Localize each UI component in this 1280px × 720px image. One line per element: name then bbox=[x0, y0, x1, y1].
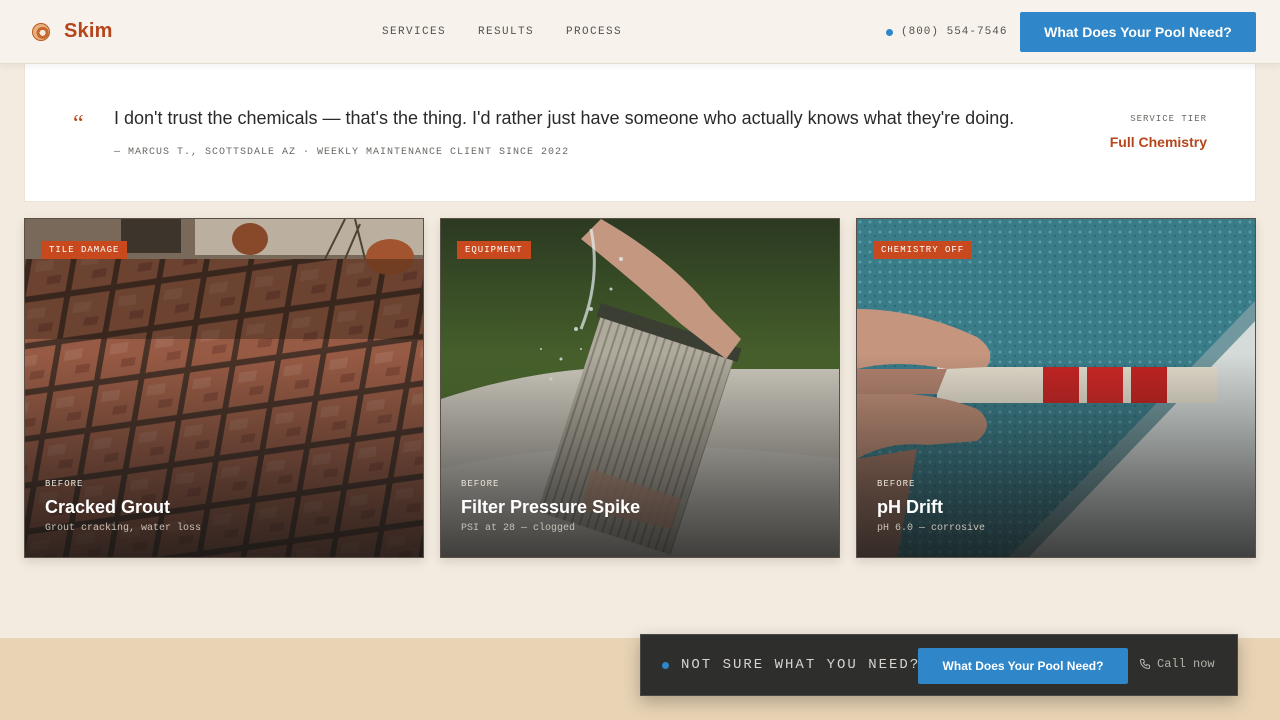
status-dot-icon bbox=[662, 662, 669, 669]
result-card-ph-drift[interactable]: CHEMISTRY OFF BEFORE pH Drift pH 6.0 — c… bbox=[856, 218, 1256, 558]
result-card-filter-pressure[interactable]: EQUIPMENT BEFORE Filter Pressure Spike P… bbox=[440, 218, 840, 558]
phone-link[interactable]: (800) 554-7546 bbox=[886, 26, 1007, 38]
card-subtitle: PSI at 28 — clogged bbox=[461, 523, 576, 534]
status-dot-icon bbox=[886, 28, 893, 36]
card-subtitle: pH 6.0 — corrosive bbox=[877, 523, 986, 534]
card-title: Cracked Grout bbox=[45, 497, 171, 517]
nav-item-process[interactable]: PROCESS bbox=[566, 26, 622, 38]
call-now-label: Call now bbox=[1157, 657, 1215, 671]
service-tier-value: Full Chemistry bbox=[1109, 134, 1207, 150]
card-meta: BEFORE bbox=[461, 479, 500, 489]
phone-number: (800) 554-7546 bbox=[901, 26, 1008, 38]
card-title: Filter Pressure Spike bbox=[461, 497, 641, 517]
testimonial-attribution: — MARCUS T., SCOTTSDALE AZ · WEEKLY MAIN… bbox=[114, 147, 570, 158]
nav-item-results[interactable]: RESULTS bbox=[478, 26, 534, 38]
main-nav: SERVICES RESULTS PROCESS bbox=[382, 26, 622, 38]
call-now-link[interactable]: Call now bbox=[1139, 657, 1215, 671]
testimonial-card: “ I don't trust the chemicals — that's t… bbox=[24, 64, 1256, 202]
card-meta: BEFORE bbox=[877, 479, 916, 489]
sticky-prompt-text: NOT SURE WHAT YOU NEED? bbox=[681, 657, 921, 673]
quote-icon: “ bbox=[73, 111, 84, 137]
card-subtitle: Grout cracking, water loss bbox=[45, 523, 202, 534]
service-tier-label: SERVICE TIER bbox=[1130, 114, 1207, 124]
nav-item-services[interactable]: SERVICES bbox=[382, 26, 446, 38]
card-meta: BEFORE bbox=[45, 479, 84, 489]
logo-icon bbox=[32, 22, 50, 41]
sticky-cta-bar: NOT SURE WHAT YOU NEED? What Does Your P… bbox=[640, 634, 1238, 696]
result-card-cracked-grout[interactable]: TILE DAMAGE BEFORE Cracked Grout Grout c… bbox=[24, 218, 424, 558]
testimonial-quote: I don't trust the chemicals — that's the… bbox=[114, 108, 1015, 128]
card-badge: EQUIPMENT bbox=[457, 241, 531, 259]
header-cta-button[interactable]: What Does Your Pool Need? bbox=[1020, 12, 1256, 52]
sticky-cta-button[interactable]: What Does Your Pool Need? bbox=[918, 648, 1128, 684]
phone-icon bbox=[1139, 659, 1150, 670]
card-badge: CHEMISTRY OFF bbox=[873, 241, 973, 259]
card-title: pH Drift bbox=[877, 497, 943, 517]
card-badge: TILE DAMAGE bbox=[41, 241, 128, 259]
logo-text: Skim bbox=[64, 20, 113, 42]
site-header: Skim SERVICES RESULTS PROCESS (800) 554-… bbox=[0, 0, 1280, 64]
logo-link[interactable]: Skim bbox=[32, 20, 113, 43]
